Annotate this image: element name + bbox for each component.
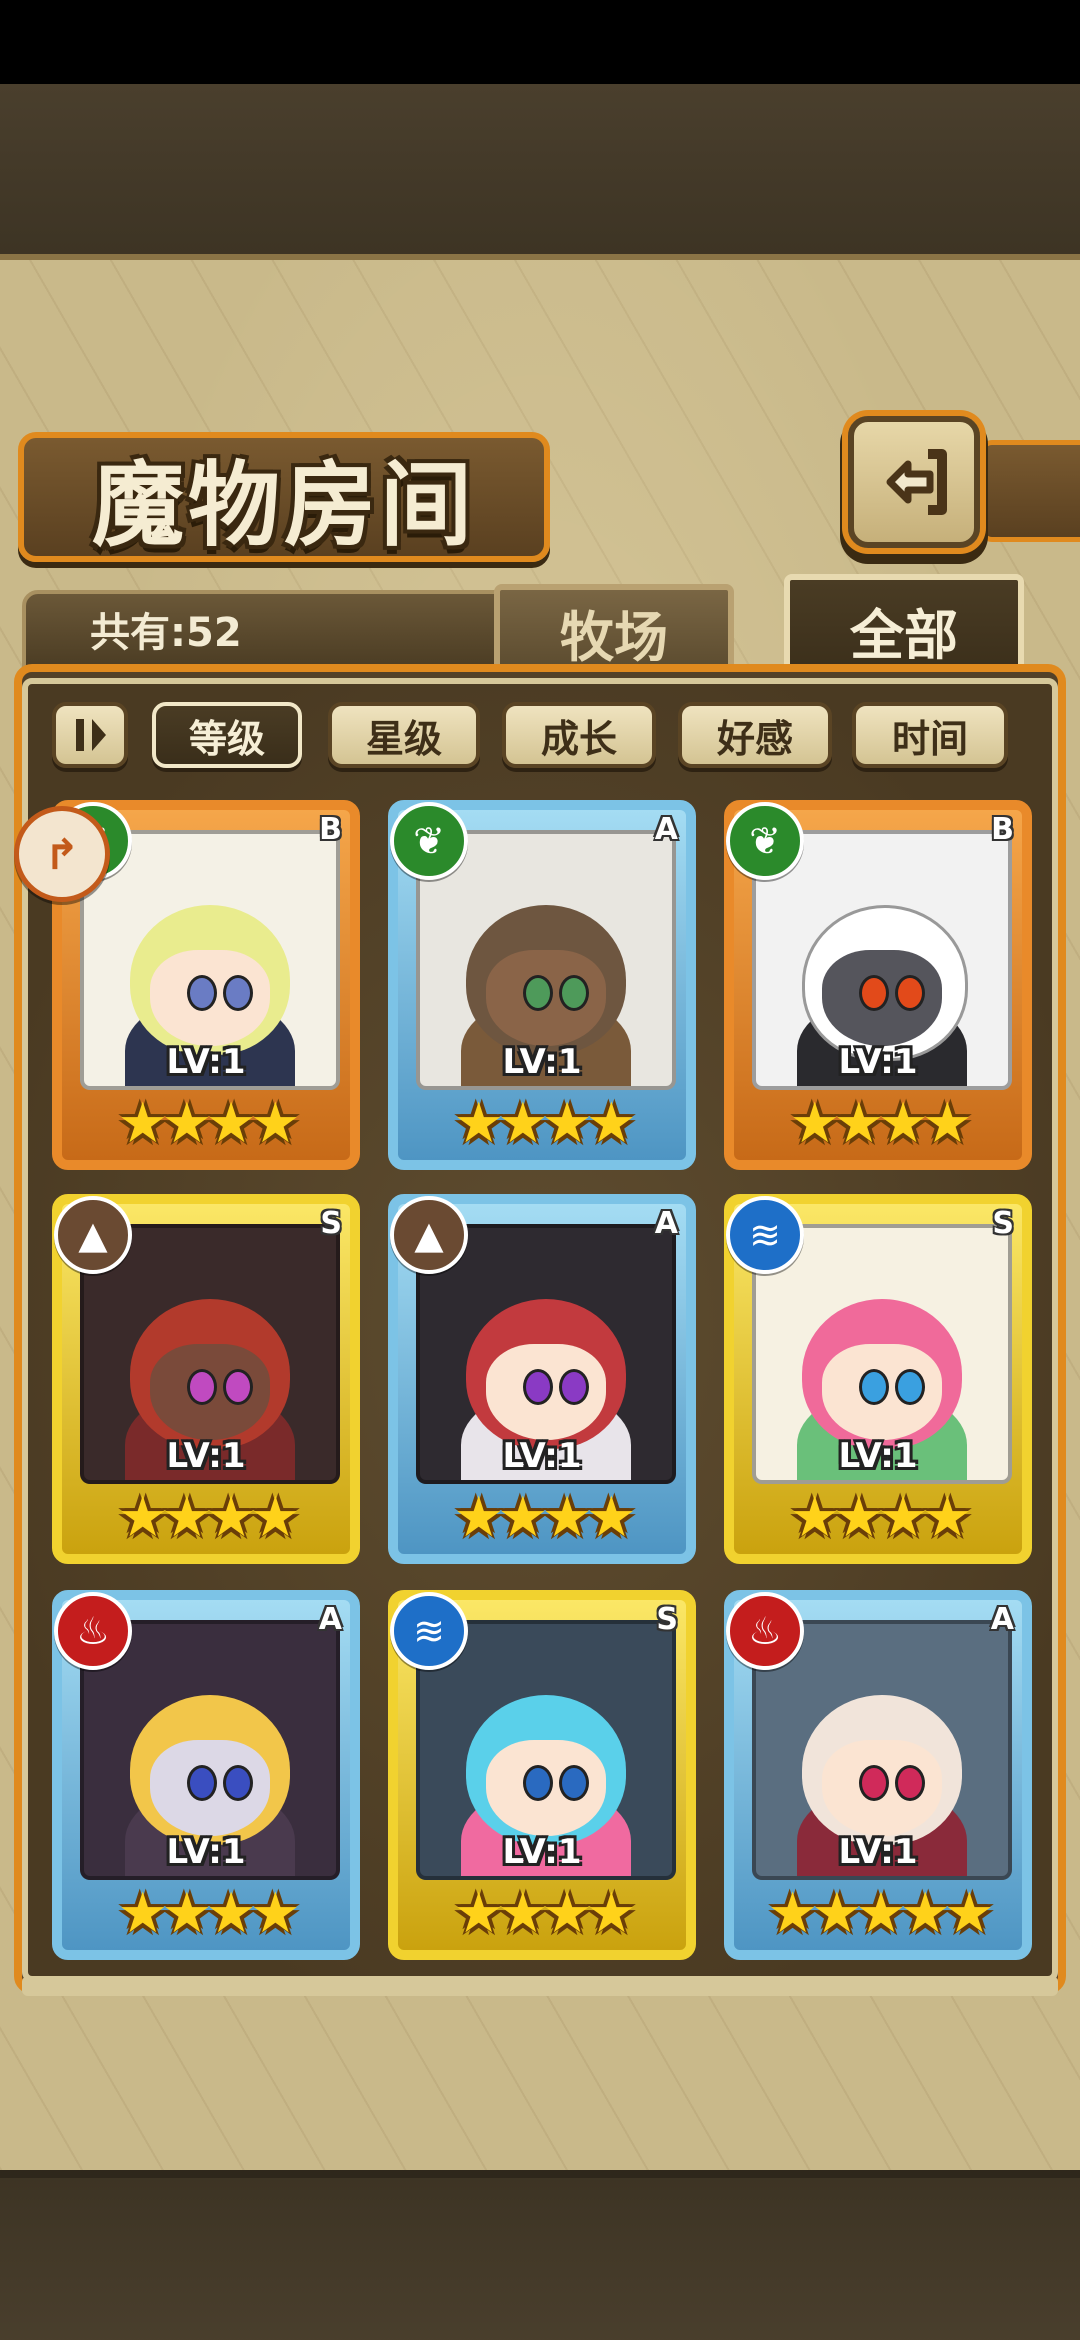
fire-element-icon: ♨	[726, 1592, 804, 1670]
rank-letter: S	[992, 1206, 1014, 1241]
monster-card[interactable]: S ≋ LV:1 ★★★★	[724, 1194, 1032, 1564]
sort-time-button[interactable]: 时间	[852, 702, 1008, 768]
earth-element-icon: ▲	[54, 1196, 132, 1274]
monster-card[interactable]: A ♨ LV:1 ★★★★★	[724, 1590, 1032, 1960]
rank-letter: A	[654, 1206, 678, 1241]
title-plate: 魔物房间	[18, 432, 550, 562]
monster-level: LV:1	[838, 1042, 918, 1082]
monster-level: LV:1	[166, 1832, 246, 1872]
monster-card[interactable]: A ♨ LV:1 ★★★★	[52, 1590, 360, 1960]
monster-level: LV:1	[502, 1042, 582, 1082]
star-rating: ★★★★	[117, 1881, 301, 1946]
favorite-badge-icon: ↱	[14, 806, 110, 902]
wood-element-icon: ❦	[390, 802, 468, 880]
star-rating: ★★★★	[789, 1485, 973, 1550]
monster-level: LV:1	[502, 1436, 582, 1476]
page-title: 魔物房间	[91, 450, 476, 559]
bottom-map-band	[0, 2170, 1080, 2340]
monster-card[interactable]: A ❦ LV:1 ★★★★	[388, 800, 696, 1170]
panel-bottom-rail	[22, 1976, 1058, 1996]
monster-count: 共有:52	[90, 610, 242, 656]
star-rating: ★★★★	[789, 1091, 973, 1156]
back-bar	[980, 440, 1080, 542]
monster-level: LV:1	[838, 1436, 918, 1476]
star-rating: ★★★★	[453, 1091, 637, 1156]
monster-card[interactable]: B ❦ LV:1 ★★★★	[724, 800, 1032, 1170]
star-rating: ★★★★	[117, 1485, 301, 1550]
back-arrow-icon	[886, 449, 947, 515]
sort-growth-button[interactable]: 成长	[502, 702, 656, 768]
rank-letter: S	[656, 1602, 678, 1637]
rank-letter: B	[319, 812, 342, 847]
top-map-band	[0, 84, 1080, 262]
monster-card[interactable]: A ▲ LV:1 ★★★★	[388, 1194, 696, 1564]
sort-star-button[interactable]: 星级	[328, 702, 480, 768]
monster-level: LV:1	[502, 1832, 582, 1872]
water-element-icon: ≋	[726, 1196, 804, 1274]
monster-card[interactable]: S ≋ LV:1 ★★★★	[388, 1590, 696, 1960]
rank-letter: A	[654, 812, 678, 847]
sort-level-button[interactable]: 等级	[152, 702, 302, 768]
rank-letter: A	[318, 1602, 342, 1637]
sort-order-toggle[interactable]	[52, 702, 128, 768]
star-rating: ★★★★	[453, 1881, 637, 1946]
rank-letter: S	[320, 1206, 342, 1241]
water-element-icon: ≋	[390, 1592, 468, 1670]
star-rating: ★★★★★	[767, 1881, 994, 1946]
monster-card[interactable]: S ▲ LV:1 ★★★★	[52, 1194, 360, 1564]
star-rating: ★★★★	[453, 1485, 637, 1550]
back-button[interactable]	[848, 416, 980, 548]
fire-element-icon: ♨	[54, 1592, 132, 1670]
monster-level: LV:1	[166, 1436, 246, 1476]
monster-level: LV:1	[166, 1042, 246, 1082]
star-rating: ★★★★	[117, 1091, 301, 1156]
wood-element-icon: ❦	[726, 802, 804, 880]
rank-letter: A	[990, 1602, 1014, 1637]
monster-level: LV:1	[838, 1832, 918, 1872]
sort-order-icon	[76, 719, 106, 751]
sort-affection-button[interactable]: 好感	[678, 702, 832, 768]
earth-element-icon: ▲	[390, 1196, 468, 1274]
rank-letter: B	[991, 812, 1014, 847]
